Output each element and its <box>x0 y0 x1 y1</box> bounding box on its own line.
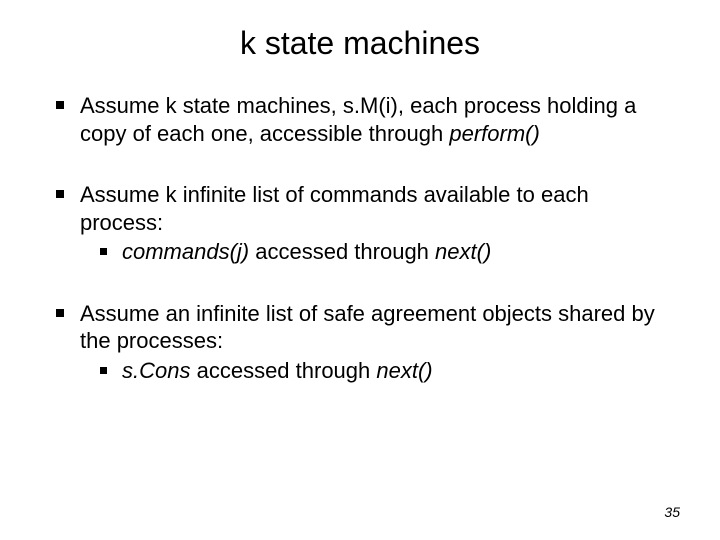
bullet-list: Assume k state machines, s.M(i), each pr… <box>50 92 670 384</box>
sub-bullet-item: commands(j) accessed through next() <box>80 238 670 266</box>
slide: k state machines Assume k state machines… <box>0 0 720 540</box>
sub-bullet-item: s.Cons accessed through next() <box>80 357 670 385</box>
sub-bullet-italic: commands(j) <box>122 239 249 264</box>
bullet-item: Assume an infinite list of safe agreemen… <box>50 300 670 385</box>
sub-bullet-text: accessed through <box>190 358 376 383</box>
bullet-item: Assume k infinite list of commands avail… <box>50 181 670 266</box>
bullet-text: Assume k state machines, s.M(i), each pr… <box>80 93 636 146</box>
bullet-text: Assume k infinite list of commands avail… <box>80 182 589 235</box>
sub-bullet-list: commands(j) accessed through next() <box>80 238 670 266</box>
bullet-item: Assume k state machines, s.M(i), each pr… <box>50 92 670 147</box>
bullet-text-italic: perform() <box>449 121 539 146</box>
page-number: 35 <box>664 504 680 520</box>
sub-bullet-italic: next() <box>435 239 491 264</box>
sub-bullet-italic: s.Cons <box>122 358 190 383</box>
sub-bullet-list: s.Cons accessed through next() <box>80 357 670 385</box>
sub-bullet-italic: next() <box>376 358 432 383</box>
slide-title: k state machines <box>50 25 670 62</box>
sub-bullet-text: accessed through <box>249 239 435 264</box>
bullet-text: Assume an infinite list of safe agreemen… <box>80 301 655 354</box>
